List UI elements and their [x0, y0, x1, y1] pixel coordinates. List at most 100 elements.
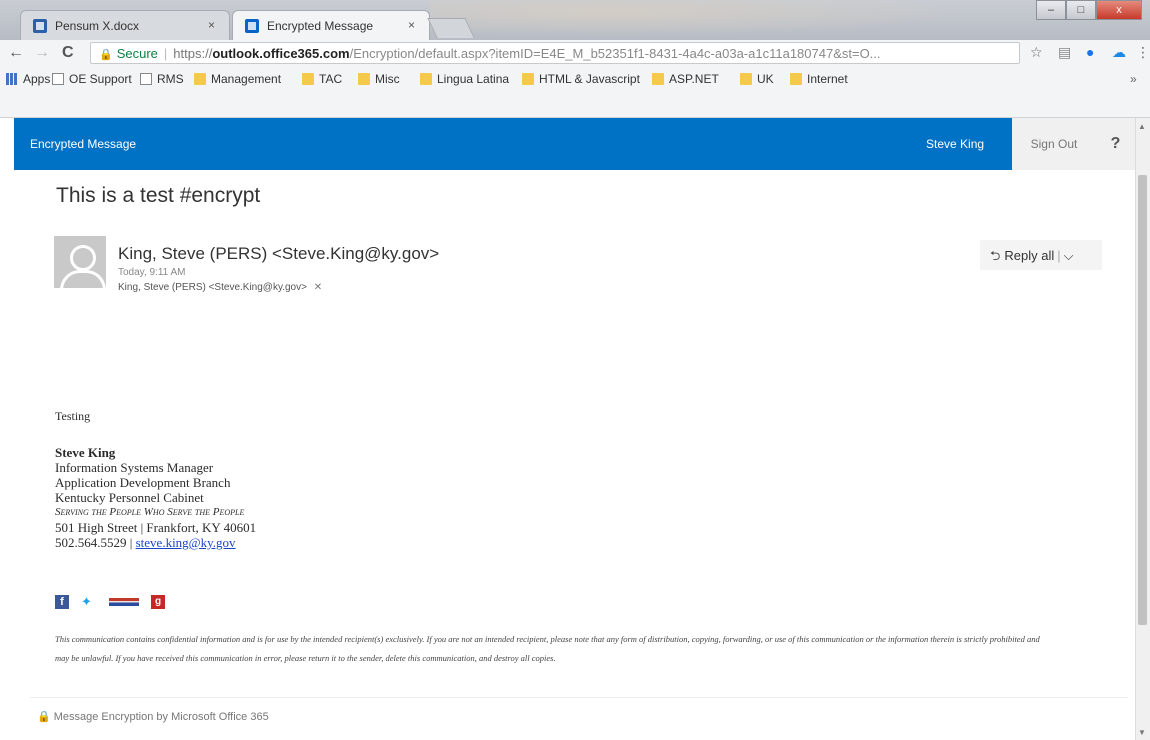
- extension-icon[interactable]: ▤: [1058, 44, 1071, 61]
- reply-all-button[interactable]: ⮌ Reply all | ⌵: [980, 240, 1102, 270]
- menu-icon[interactable]: ⋮: [1136, 44, 1150, 61]
- email-signature: Steve King Information Systems Manager A…: [55, 445, 256, 550]
- google-plus-icon[interactable]: g: [151, 595, 165, 609]
- bookmark-misc[interactable]: Misc: [358, 72, 400, 86]
- folder-icon: [740, 73, 752, 85]
- folder-icon: [522, 73, 534, 85]
- signature-title: Information Systems Manager: [55, 460, 214, 475]
- tab-label: Pensum X.docx: [55, 19, 140, 33]
- app-title: Encrypted Message: [30, 137, 137, 151]
- bookmark-label: Internet: [807, 72, 848, 86]
- signature-phone: 502.564.5529 |: [55, 535, 136, 550]
- back-button[interactable]: ←: [8, 44, 24, 62]
- sign-out-button[interactable]: Sign Out: [1012, 118, 1096, 170]
- apps-icon: [6, 73, 18, 85]
- bookmark-label: ASP.NET: [669, 72, 719, 86]
- message-subject: This is a test #encrypt: [56, 184, 261, 207]
- message-body: Testing: [55, 409, 91, 423]
- page-icon: [140, 73, 152, 85]
- signature-org: Kentucky Personnel Cabinet: [55, 490, 204, 505]
- reload-button[interactable]: C: [62, 44, 74, 62]
- extension-globe-icon[interactable]: ●: [1086, 44, 1094, 60]
- signature-email-link[interactable]: steve.king@ky.gov: [136, 535, 236, 550]
- close-window-button[interactable]: x: [1096, 0, 1142, 20]
- tab-pensum[interactable]: Pensum X.docx ×: [20, 10, 230, 40]
- recipient-line: King, Steve (PERS) <Steve.King@ky.gov> ✕: [118, 282, 322, 293]
- scrollbar-thumb[interactable]: [1138, 175, 1147, 625]
- address-bar[interactable]: 🔒 Secure | https://outlook.office365.com/En…: [90, 42, 1020, 64]
- secure-label: Secure: [116, 46, 158, 61]
- close-tab-icon[interactable]: ×: [408, 18, 415, 32]
- recipient-name[interactable]: King, Steve (PERS) <Steve.King@ky.gov>: [118, 282, 307, 293]
- close-tab-icon[interactable]: ×: [208, 18, 215, 32]
- star-icon[interactable]: ☆: [1030, 44, 1043, 61]
- signature-address: 501 High Street | Frankfort, KY 40601: [55, 520, 257, 535]
- help-button[interactable]: ?: [1096, 118, 1135, 170]
- scroll-down-arrow-icon[interactable]: ▼: [1138, 728, 1146, 737]
- url-host: outlook.office365.com: [212, 46, 350, 61]
- bookmark-management[interactable]: Management: [194, 72, 281, 86]
- avatar: [54, 236, 106, 288]
- lock-icon: 🔒: [37, 711, 51, 723]
- bookmark-label: Management: [211, 72, 282, 86]
- social-links: f ✦ g: [55, 595, 165, 609]
- bookmark-label: Misc: [375, 72, 400, 86]
- browser-toolbar: ← → C 🔒 Secure | https://outlook.office365.…: [0, 40, 1150, 66]
- word-doc-icon: [33, 19, 47, 33]
- signature-name: Steve King: [55, 445, 116, 460]
- tab-label: Encrypted Message: [267, 19, 374, 33]
- owa-header: Encrypted Message Steve King Sign Out ?: [14, 118, 1135, 170]
- folder-icon: [302, 73, 314, 85]
- forward-button[interactable]: →: [34, 44, 50, 62]
- signature-motto: Serving the People Who Serve the People: [55, 506, 245, 518]
- bookmark-label: RMS: [157, 72, 184, 86]
- url-path: /Encryption/default.aspx?itemID=E4E_M_b5…: [349, 46, 881, 61]
- facebook-icon[interactable]: f: [55, 595, 69, 609]
- chevron-down-icon[interactable]: ⌵: [1064, 248, 1074, 263]
- bookmark-aspnet[interactable]: ASP.NET: [652, 72, 719, 86]
- browser-tabstrip: Pensum X.docx × Encrypted Message × – □ …: [0, 0, 1150, 40]
- remove-recipient-icon[interactable]: ✕: [314, 282, 322, 293]
- maximize-button[interactable]: □: [1066, 0, 1096, 20]
- page-icon: [52, 73, 64, 85]
- footer-text: Message Encryption by Microsoft Office 3…: [53, 711, 269, 723]
- twitter-icon[interactable]: ✦: [81, 595, 97, 609]
- desktop-background: [430, 0, 1030, 40]
- confidentiality-disclaimer: This communication contains confidential…: [55, 634, 1040, 663]
- sender-name[interactable]: King, Steve (PERS) <Steve.King@ky.gov>: [118, 244, 439, 264]
- user-name[interactable]: Steve King: [926, 137, 984, 151]
- outlook-icon: [245, 19, 259, 33]
- tab-encrypted-message[interactable]: Encrypted Message ×: [232, 10, 430, 40]
- bookmark-html-javascript[interactable]: HTML & Javascript: [522, 72, 640, 86]
- footer-divider: [30, 697, 1128, 698]
- folder-icon: [194, 73, 206, 85]
- reply-all-label: Reply all: [1004, 248, 1055, 263]
- bookmark-apps[interactable]: Apps: [6, 72, 50, 86]
- bookmarks-bar: Apps OE Support RMS Management TAC Misc …: [0, 66, 1150, 118]
- lock-icon: 🔒: [99, 49, 113, 61]
- scroll-up-arrow-icon[interactable]: ▲: [1138, 122, 1146, 131]
- bookmark-lingua-latina[interactable]: Lingua Latina: [420, 72, 509, 86]
- cloud-icon[interactable]: ☁: [1112, 44, 1126, 61]
- folder-icon: [358, 73, 370, 85]
- signature-branch: Application Development Branch: [55, 475, 231, 490]
- signature-contact: 502.564.5529 | steve.king@ky.gov: [55, 535, 256, 550]
- bookmark-label: UK: [757, 72, 774, 86]
- folder-icon: [652, 73, 664, 85]
- reply-all-icon: ⮌: [990, 248, 1001, 263]
- bookmark-oe-support[interactable]: OE Support: [52, 72, 132, 86]
- bookmark-rms[interactable]: RMS: [140, 72, 184, 86]
- message-time: Today, 9:11 AM: [118, 267, 186, 278]
- window-controls: – □ x: [1036, 0, 1142, 22]
- kentucky-flag-icon[interactable]: [109, 598, 139, 606]
- footer: 🔒 Message Encryption by Microsoft Office …: [37, 710, 269, 723]
- bookmark-label: HTML & Javascript: [539, 72, 640, 86]
- bookmark-label: Lingua Latina: [437, 72, 510, 86]
- bookmarks-more-button[interactable]: »: [1130, 72, 1137, 86]
- bookmark-internet[interactable]: Internet: [790, 72, 848, 86]
- bookmark-label: TAC: [319, 72, 343, 86]
- bookmark-uk[interactable]: UK: [740, 72, 774, 86]
- bookmark-tac[interactable]: TAC: [302, 72, 342, 86]
- url-scheme: https://: [173, 46, 213, 61]
- minimize-button[interactable]: –: [1036, 0, 1066, 20]
